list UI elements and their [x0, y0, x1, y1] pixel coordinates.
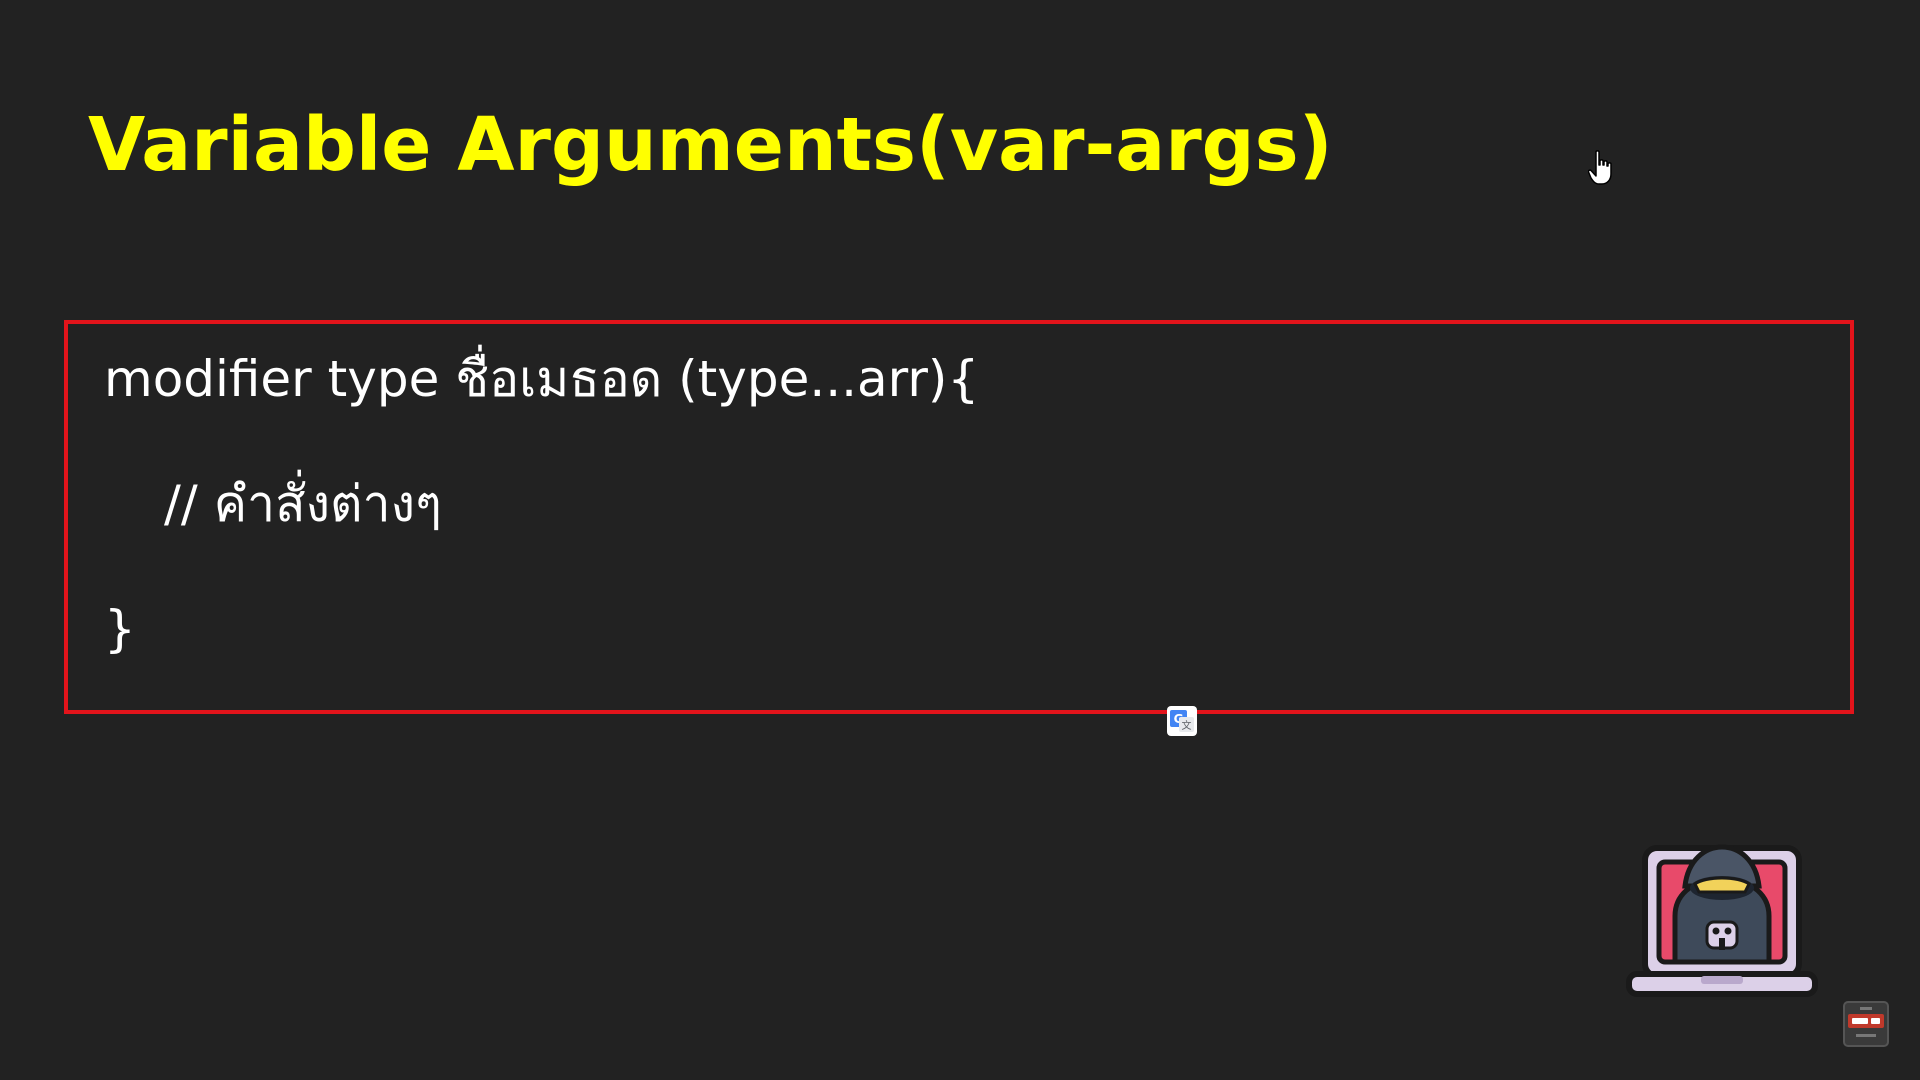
- code-syntax-box: modifier type ชื่อเมธอด (type...arr){ //…: [64, 320, 1854, 714]
- hand-pointer-icon: [1588, 150, 1612, 185]
- slide-title: Variable Arguments(var-args): [88, 102, 1333, 188]
- subscribe-watermark-icon: [1843, 1001, 1889, 1047]
- code-line-comment: // คำสั่งต่างๆ: [164, 475, 442, 533]
- slide: Variable Arguments(var-args) modifier ty…: [0, 0, 1920, 1080]
- hacker-laptop-logo: [1626, 844, 1818, 997]
- google-translate-icon[interactable]: G 文: [1166, 705, 1198, 737]
- code-line-signature: modifier type ชื่อเมธอด (type...arr){: [104, 350, 980, 408]
- code-line-closing-brace: }: [104, 600, 136, 658]
- svg-text:文: 文: [1182, 719, 1192, 732]
